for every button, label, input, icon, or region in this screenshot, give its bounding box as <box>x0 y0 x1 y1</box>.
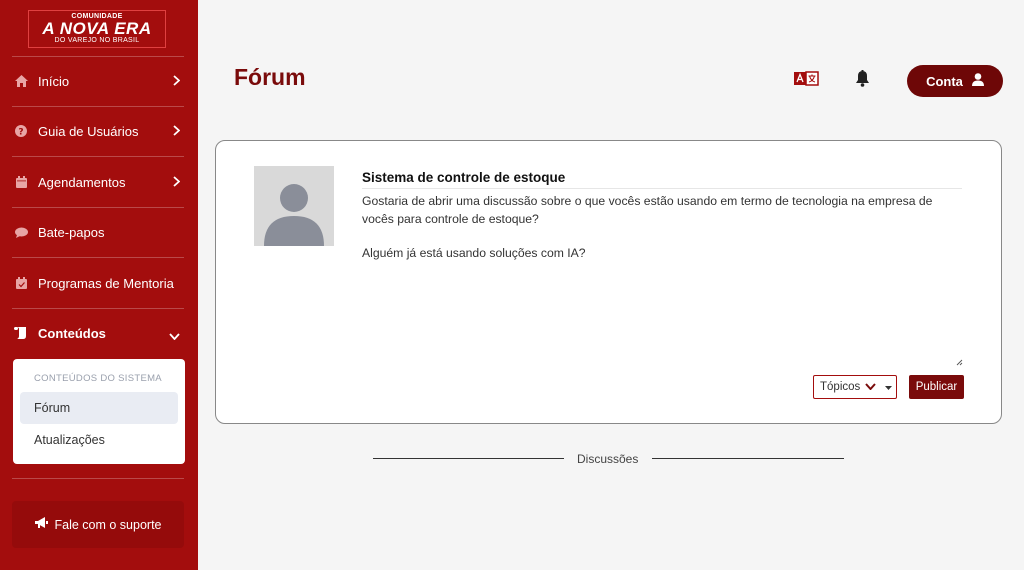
bell-icon[interactable] <box>855 70 870 92</box>
new-post-card: Sistema de controle de estoque Gostaria … <box>215 140 1002 424</box>
sidebar-item-label: Guia de Usuários <box>38 123 139 139</box>
post-title-input[interactable]: Sistema de controle de estoque <box>362 170 565 185</box>
sidebar-item-label: Início <box>38 73 70 89</box>
chat-bubble-icon <box>14 225 28 239</box>
caret-down-icon <box>885 381 893 393</box>
svg-text:?: ? <box>18 128 23 138</box>
calendar-check-icon <box>14 276 28 290</box>
divider <box>652 458 844 459</box>
sidebar-item-mentoria[interactable]: Programas de Mentoria <box>0 258 198 308</box>
account-label: Conta <box>926 73 963 89</box>
sidebar: COMUNIDADE A NOVA ERA DO VAREJO NO BRASI… <box>0 0 198 570</box>
support-label: Fale com o suporte <box>54 517 162 532</box>
submenu-item-atualizacoes[interactable]: Atualizações <box>20 424 178 456</box>
chevron-right-icon <box>173 175 181 190</box>
account-button[interactable]: Conta <box>907 65 1003 97</box>
megaphone-icon <box>34 517 49 532</box>
sidebar-item-label: Agendamentos <box>38 174 126 190</box>
topics-label: Tópicos <box>820 381 861 393</box>
divider <box>373 458 564 459</box>
home-icon <box>14 74 28 88</box>
logo-line2: A NOVA ERA <box>42 19 152 38</box>
sidebar-item-guia[interactable]: ? Guia de Usuários <box>0 106 198 156</box>
divider <box>12 478 184 479</box>
sidebar-item-conteudos[interactable]: Conteúdos <box>0 308 198 358</box>
sidebar-item-bate-papos[interactable]: Bate-papos <box>0 207 198 257</box>
support-button[interactable]: Fale com o suporte <box>12 501 184 548</box>
submenu-conteudos: CONTEÚDOS DO SISTEMA Fórum Atualizações <box>13 359 185 464</box>
logo-line3: DO VAREJO NO BRASIL <box>54 37 140 44</box>
submenu-item-forum[interactable]: Fórum <box>20 392 178 424</box>
chevron-right-icon <box>173 124 181 139</box>
avatar <box>254 166 334 246</box>
post-body-paragraph: Alguém já está usando soluções com IA? <box>362 246 586 260</box>
divider <box>362 188 962 189</box>
resize-handle-icon[interactable] <box>956 353 963 371</box>
chevron-down-icon <box>169 328 180 343</box>
chevron-down-icon <box>865 381 877 393</box>
sidebar-item-agendamentos[interactable]: Agendamentos <box>0 157 198 207</box>
sidebar-item-label: Bate-papos <box>38 224 105 240</box>
page-title: Fórum <box>234 64 306 90</box>
submenu-title: CONTEÚDOS DO SISTEMA <box>34 373 162 384</box>
topics-dropdown[interactable]: Tópicos <box>813 375 897 399</box>
sidebar-item-label: Programas de Mentoria <box>38 275 174 291</box>
user-icon <box>971 73 984 89</box>
calendar-icon <box>14 175 28 189</box>
discussions-heading: Discussões <box>577 452 639 466</box>
post-body-textarea[interactable]: Gostaria de abrir uma discussão sobre o … <box>362 192 962 262</box>
sidebar-item-inicio[interactable]: Início <box>0 56 198 106</box>
scroll-icon <box>14 326 28 340</box>
sidebar-item-label: Conteúdos <box>38 325 106 341</box>
chevron-right-icon <box>173 74 181 89</box>
translate-icon[interactable] <box>794 71 819 91</box>
post-body-paragraph: Gostaria de abrir uma discussão sobre o … <box>362 194 933 226</box>
publish-button[interactable]: Publicar <box>909 375 964 399</box>
help-circle-icon: ? <box>14 124 28 138</box>
logo[interactable]: COMUNIDADE A NOVA ERA DO VAREJO NO BRASI… <box>28 10 166 48</box>
